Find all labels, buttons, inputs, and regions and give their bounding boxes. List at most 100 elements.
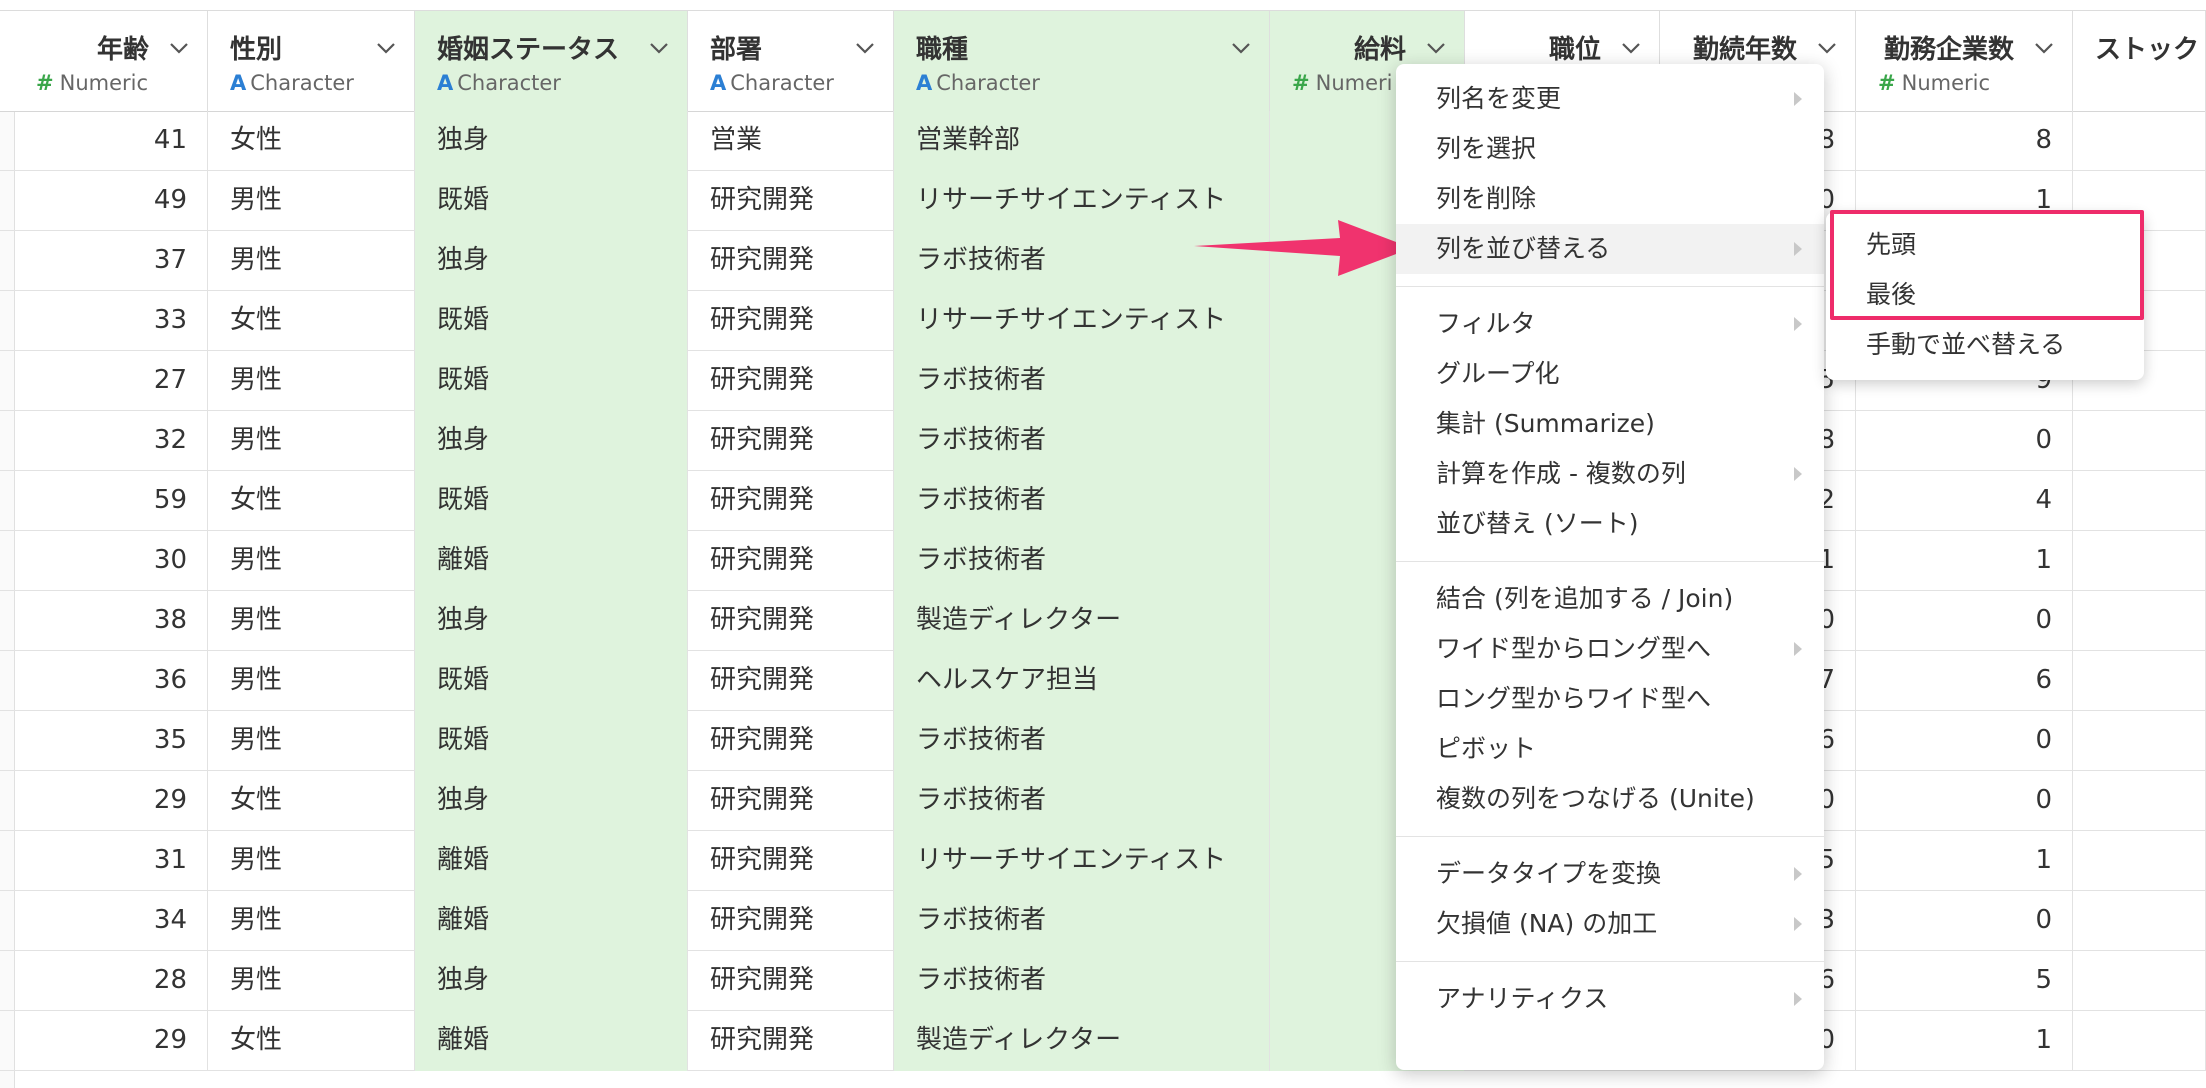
- table-cell[interactable]: ラボ技術者: [894, 951, 1270, 1011]
- table-cell[interactable]: ラボ技術者: [894, 471, 1270, 531]
- chevron-down-icon[interactable]: [1231, 41, 1251, 55]
- table-cell[interactable]: 34: [14, 891, 208, 951]
- menu-item[interactable]: フィルタ: [1396, 299, 1824, 349]
- table-cell[interactable]: リサーチサイエンティスト: [894, 831, 1270, 891]
- table-cell[interactable]: 男性: [208, 891, 415, 951]
- table-cell[interactable]: 男性: [208, 651, 415, 711]
- table-cell[interactable]: 研究開発: [688, 411, 894, 471]
- table-cell[interactable]: 1: [1856, 1011, 2073, 1071]
- table-cell[interactable]: 研究開発: [688, 651, 894, 711]
- table-cell[interactable]: 女性: [208, 111, 415, 171]
- table-cell[interactable]: 59: [14, 471, 208, 531]
- menu-item[interactable]: データタイプを変換: [1396, 849, 1824, 899]
- table-cell[interactable]: 既婚: [415, 711, 688, 771]
- table-cell[interactable]: 既婚: [415, 651, 688, 711]
- table-cell[interactable]: 31: [14, 831, 208, 891]
- table-cell[interactable]: 37: [14, 231, 208, 291]
- table-cell[interactable]: 既婚: [415, 471, 688, 531]
- table-cell[interactable]: [2073, 711, 2206, 771]
- menu-item[interactable]: 列を並び替える: [1396, 224, 1824, 274]
- chevron-down-icon[interactable]: [855, 41, 875, 55]
- table-cell[interactable]: [2073, 651, 2206, 711]
- menu-item[interactable]: ロング型からワイド型へ: [1396, 674, 1824, 724]
- column-header[interactable]: ストック: [2073, 11, 2206, 111]
- column-header[interactable]: 職種 A Character: [894, 11, 1270, 111]
- table-cell[interactable]: 0: [1856, 411, 2073, 471]
- table-cell[interactable]: 38: [14, 591, 208, 651]
- table-cell[interactable]: 研究開発: [688, 231, 894, 291]
- table-cell[interactable]: 離婚: [415, 831, 688, 891]
- table-cell[interactable]: [2073, 951, 2206, 1011]
- table-cell[interactable]: 6: [1856, 651, 2073, 711]
- column-header[interactable]: 性別 A Character: [208, 11, 415, 111]
- menu-item[interactable]: 列を選択: [1396, 124, 1824, 174]
- table-cell[interactable]: ヘルスケア担当: [894, 651, 1270, 711]
- table-cell[interactable]: 研究開発: [688, 531, 894, 591]
- table-cell[interactable]: 研究開発: [688, 291, 894, 351]
- table-cell[interactable]: 既婚: [415, 171, 688, 231]
- table-cell[interactable]: 既婚: [415, 351, 688, 411]
- table-cell[interactable]: 営業幹部: [894, 111, 1270, 171]
- table-cell[interactable]: 女性: [208, 471, 415, 531]
- table-cell[interactable]: [2073, 831, 2206, 891]
- table-cell[interactable]: リサーチサイエンティスト: [894, 291, 1270, 351]
- table-cell[interactable]: 独身: [415, 411, 688, 471]
- table-cell[interactable]: 0: [1856, 891, 2073, 951]
- table-cell[interactable]: 独身: [415, 951, 688, 1011]
- table-cell[interactable]: 独身: [415, 591, 688, 651]
- chevron-down-icon[interactable]: [169, 41, 189, 55]
- table-cell[interactable]: 研究開発: [688, 771, 894, 831]
- table-cell[interactable]: 30: [14, 531, 208, 591]
- table-cell[interactable]: 男性: [208, 351, 415, 411]
- table-cell[interactable]: 男性: [208, 171, 415, 231]
- table-cell[interactable]: 研究開発: [688, 1011, 894, 1071]
- table-cell[interactable]: 41: [14, 111, 208, 171]
- menu-item[interactable]: 欠損値 (NA) の加工: [1396, 899, 1824, 949]
- table-cell[interactable]: 研究開発: [688, 591, 894, 651]
- table-cell[interactable]: 研究開発: [688, 891, 894, 951]
- table-cell[interactable]: 離婚: [415, 531, 688, 591]
- menu-item[interactable]: アナリティクス: [1396, 974, 1824, 1024]
- table-cell[interactable]: 離婚: [415, 891, 688, 951]
- table-cell[interactable]: 研究開発: [688, 951, 894, 1011]
- table-cell[interactable]: ラボ技術者: [894, 351, 1270, 411]
- table-cell[interactable]: ラボ技術者: [894, 711, 1270, 771]
- table-cell[interactable]: [2073, 471, 2206, 531]
- table-cell[interactable]: 0: [1856, 711, 2073, 771]
- menu-item[interactable]: 集計 (Summarize): [1396, 399, 1824, 449]
- table-cell[interactable]: 8: [1856, 111, 2073, 171]
- table-cell[interactable]: 女性: [208, 771, 415, 831]
- table-cell[interactable]: 既婚: [415, 291, 688, 351]
- submenu-item[interactable]: 手動で並べ替える: [1866, 320, 2065, 370]
- table-cell[interactable]: 研究開発: [688, 831, 894, 891]
- table-cell[interactable]: 男性: [208, 231, 415, 291]
- menu-item[interactable]: 計算を作成 - 複数の列: [1396, 449, 1824, 499]
- column-header[interactable]: 年齢 # Numeric: [14, 11, 208, 111]
- table-cell[interactable]: [2073, 591, 2206, 651]
- table-cell[interactable]: 1: [1856, 531, 2073, 591]
- chevron-down-icon[interactable]: [2034, 41, 2054, 55]
- table-cell[interactable]: [2073, 891, 2206, 951]
- table-cell[interactable]: ラボ技術者: [894, 891, 1270, 951]
- table-cell[interactable]: 男性: [208, 411, 415, 471]
- table-cell[interactable]: 男性: [208, 951, 415, 1011]
- menu-item[interactable]: 列名を変更: [1396, 74, 1824, 124]
- menu-item[interactable]: 並び替え (ソート): [1396, 499, 1824, 549]
- table-cell[interactable]: [2073, 771, 2206, 831]
- menu-item[interactable]: グループ化: [1396, 349, 1824, 399]
- table-cell[interactable]: 離婚: [415, 1011, 688, 1071]
- table-cell[interactable]: [2073, 1011, 2206, 1071]
- table-cell[interactable]: 研究開発: [688, 471, 894, 531]
- chevron-down-icon[interactable]: [1426, 41, 1446, 55]
- table-cell[interactable]: 男性: [208, 591, 415, 651]
- table-cell[interactable]: 研究開発: [688, 351, 894, 411]
- menu-item[interactable]: 列を削除: [1396, 174, 1824, 224]
- menu-item[interactable]: 複数の列をつなげる (Unite): [1396, 774, 1824, 824]
- menu-item[interactable]: ピボット: [1396, 724, 1824, 774]
- table-cell[interactable]: 女性: [208, 1011, 415, 1071]
- table-cell[interactable]: ラボ技術者: [894, 411, 1270, 471]
- column-header[interactable]: 勤務企業数 # Numeric: [1856, 11, 2073, 111]
- table-cell[interactable]: 0: [1856, 771, 2073, 831]
- table-cell[interactable]: 28: [14, 951, 208, 1011]
- table-cell[interactable]: 32: [14, 411, 208, 471]
